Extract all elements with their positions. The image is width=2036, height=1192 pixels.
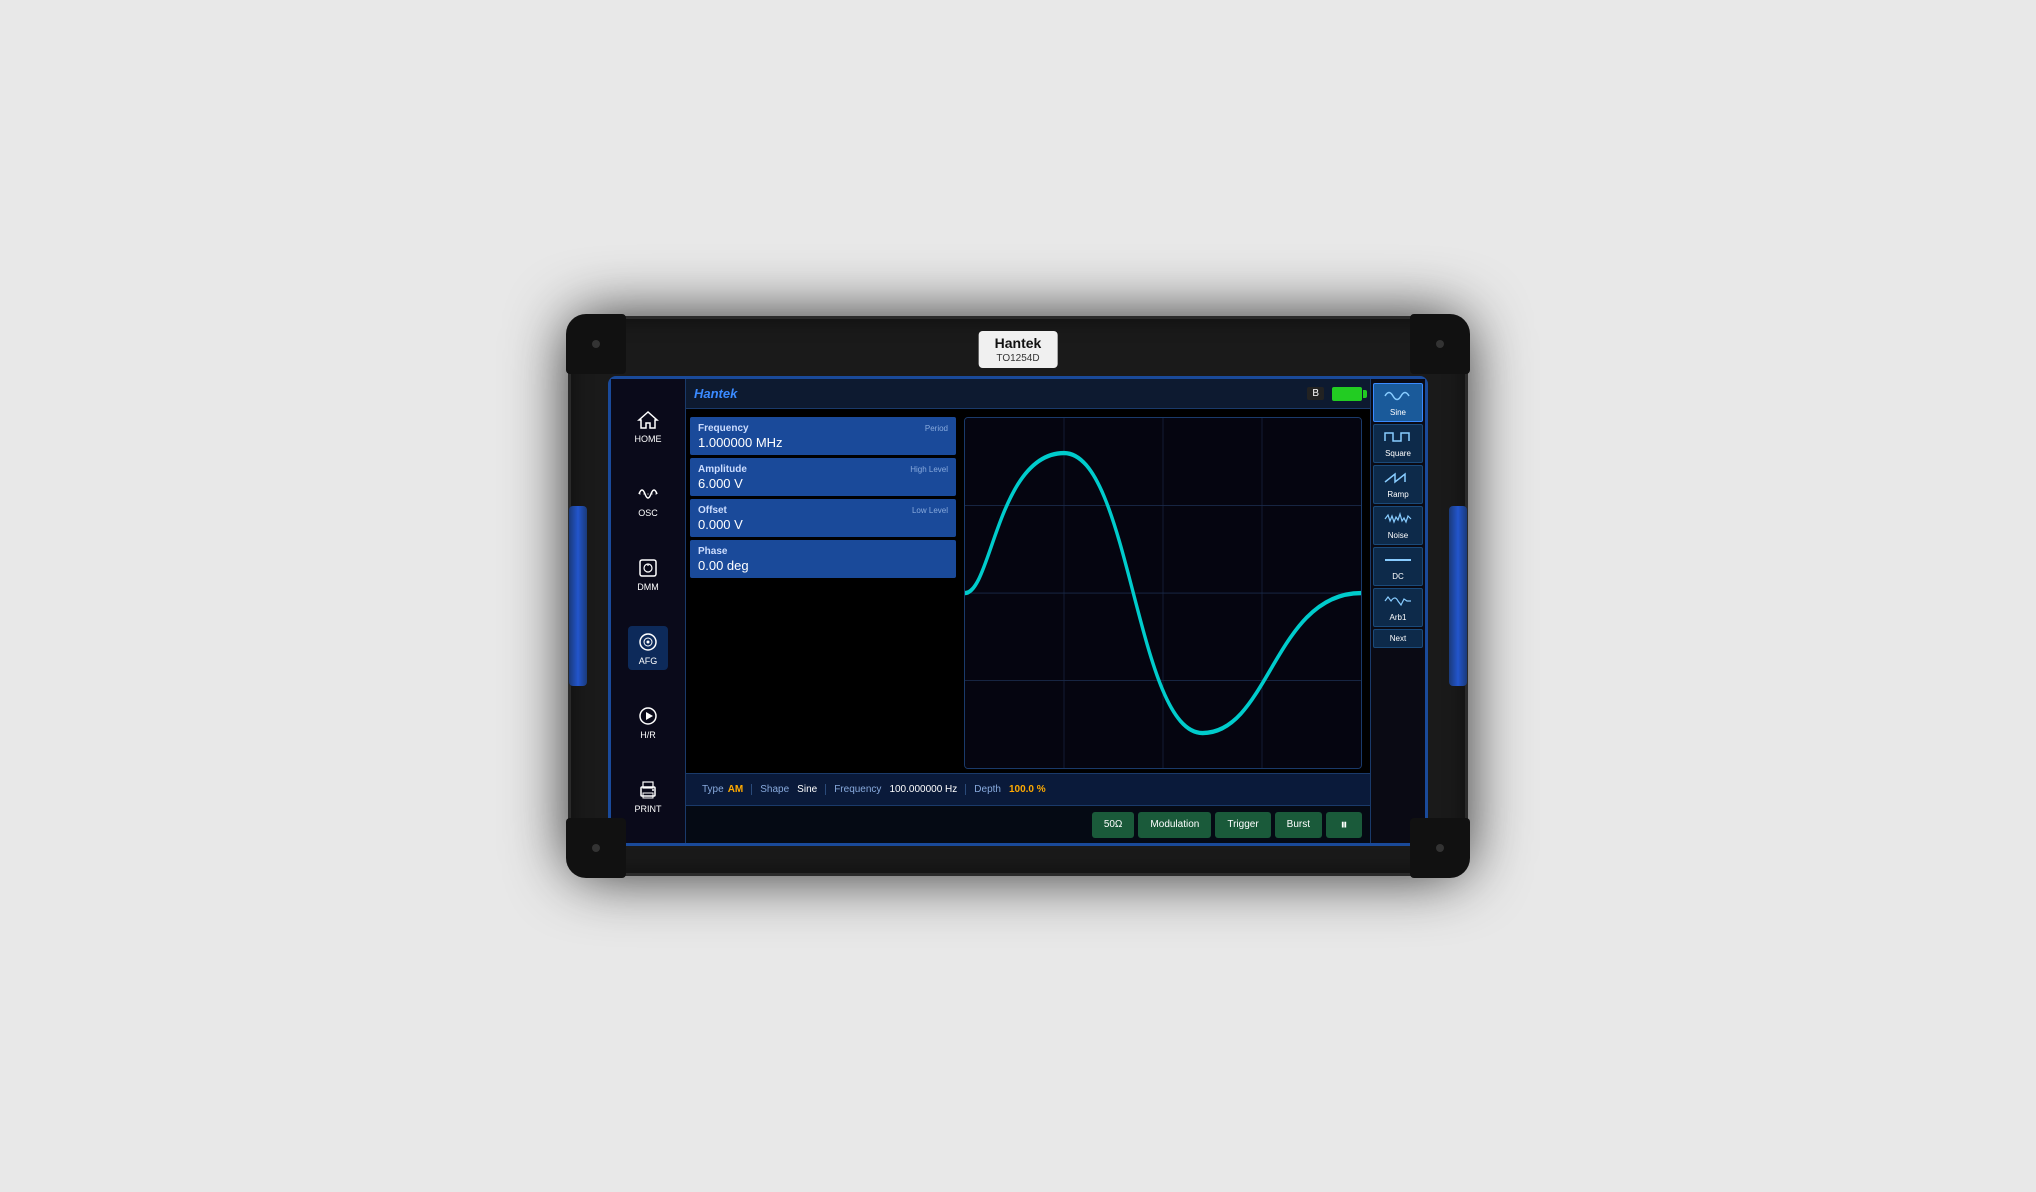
nav-sidebar: HOME OSC: [611, 379, 686, 843]
mod-type-label: Type: [702, 784, 724, 795]
dc-label: DC: [1392, 572, 1404, 581]
wave-btn-square[interactable]: Square: [1373, 424, 1423, 463]
hr-icon: [634, 704, 662, 728]
mod-shape-section: Shape Sine: [752, 784, 826, 795]
mod-type-section: Type AM: [694, 784, 752, 795]
corner-bl: [566, 818, 626, 878]
main-screen: Hantek B Frequency Period 1.000000 MHz: [686, 379, 1370, 843]
wave-btn-ramp[interactable]: Ramp: [1373, 465, 1423, 504]
corner-br: [1410, 818, 1470, 878]
mod-type-value: AM: [728, 784, 744, 795]
afg-label: AFG: [639, 656, 658, 666]
print-icon: [634, 778, 662, 802]
side-grip-right: [1449, 506, 1467, 686]
burst-button[interactable]: Burst: [1275, 812, 1322, 838]
ramp-label: Ramp: [1387, 490, 1408, 499]
mod-shape-value: Sine: [797, 784, 817, 795]
header-bar: Hantek B: [686, 379, 1370, 409]
corner-tr: [1410, 314, 1470, 374]
sidebar-item-hr[interactable]: H/R: [630, 700, 666, 744]
offset-value: 0.000 V: [698, 517, 948, 532]
mod-freq-section: Frequency 100.000000 Hz: [826, 784, 966, 795]
next-label: Next: [1390, 634, 1406, 643]
frequency-label: Frequency: [698, 423, 749, 434]
dc-wave-icon: [1383, 552, 1413, 571]
param-offset[interactable]: Offset Low Level 0.000 V: [690, 499, 956, 537]
sidebar-item-afg[interactable]: AFG: [628, 626, 668, 670]
offset-sublabel: Low Level: [912, 506, 948, 515]
square-label: Square: [1385, 449, 1411, 458]
screen-area: HOME OSC: [608, 376, 1428, 846]
battery-icon: [1332, 387, 1362, 401]
trigger-button[interactable]: Trigger: [1215, 812, 1270, 838]
model-name: TO1254D: [995, 353, 1042, 364]
header-logo: Hantek: [694, 386, 737, 401]
param-frequency[interactable]: Frequency Period 1.000000 MHz: [690, 417, 956, 455]
noise-wave-icon: [1383, 511, 1413, 530]
sine-wave-icon: [1383, 388, 1413, 407]
modulation-button[interactable]: Modulation: [1138, 812, 1211, 838]
pause-button[interactable]: ⏸: [1326, 812, 1362, 838]
print-label: PRINT: [635, 804, 662, 814]
sidebar-item-print[interactable]: PRINT: [630, 774, 666, 818]
waveform-panel: [964, 417, 1362, 769]
afg-icon: [634, 630, 662, 654]
waveform-svg: [965, 418, 1361, 768]
wave-btn-sine[interactable]: Sine: [1373, 383, 1423, 422]
mod-depth-section: Depth 100.0 %: [966, 784, 1053, 795]
params-panel: Frequency Period 1.000000 MHz Amplitude …: [690, 413, 960, 769]
arb1-wave-icon: [1383, 593, 1413, 612]
offset-label: Offset: [698, 505, 727, 516]
frequency-value: 1.000000 MHz: [698, 435, 948, 450]
hr-label: H/R: [640, 730, 656, 740]
corner-tl: [566, 314, 626, 374]
modulation-bar: Type AM Shape Sine Frequency 100.000000 …: [686, 773, 1370, 805]
impedance-button[interactable]: 50Ω: [1092, 812, 1135, 838]
square-wave-icon: [1383, 429, 1413, 448]
amplitude-sublabel: High Level: [910, 465, 948, 474]
sidebar-item-osc[interactable]: OSC: [630, 478, 666, 522]
wave-btn-arb1[interactable]: Arb1: [1373, 588, 1423, 627]
sine-label: Sine: [1390, 408, 1406, 417]
mod-freq-label: Frequency: [834, 784, 881, 795]
content-body: Frequency Period 1.000000 MHz Amplitude …: [686, 409, 1370, 773]
brand-label: Hantek TO1254D: [979, 331, 1058, 368]
ramp-wave-icon: [1383, 470, 1413, 489]
device-body: Hantek TO1254D HOME: [568, 316, 1468, 876]
home-label: HOME: [635, 434, 662, 444]
frequency-sublabel: Period: [925, 424, 948, 433]
amplitude-value: 6.000 V: [698, 476, 948, 491]
home-icon: [634, 408, 662, 432]
phase-label: Phase: [698, 546, 948, 557]
amplitude-label: Amplitude: [698, 464, 747, 475]
dmm-icon: [634, 556, 662, 580]
osc-label: OSC: [638, 508, 658, 518]
mod-shape-label: Shape: [760, 784, 789, 795]
mod-freq-value: 100.000000 Hz: [889, 784, 957, 795]
brand-name: Hantek: [995, 335, 1042, 351]
sidebar-item-dmm[interactable]: DMM: [630, 552, 666, 596]
right-panel: Sine Square Ramp: [1370, 379, 1425, 843]
side-grip-left: [569, 506, 587, 686]
param-phase[interactable]: Phase 0.00 deg: [690, 540, 956, 578]
param-amplitude[interactable]: Amplitude High Level 6.000 V: [690, 458, 956, 496]
mod-depth-value: 100.0 %: [1009, 784, 1046, 795]
arb1-label: Arb1: [1390, 613, 1407, 622]
noise-label: Noise: [1388, 531, 1408, 540]
sidebar-item-home[interactable]: HOME: [630, 404, 666, 448]
osc-icon: [634, 482, 662, 506]
wave-btn-dc[interactable]: DC: [1373, 547, 1423, 586]
dmm-label: DMM: [637, 582, 659, 592]
header-indicator: B: [1307, 387, 1324, 400]
wave-btn-next[interactable]: Next: [1373, 629, 1423, 648]
phase-value: 0.00 deg: [698, 558, 948, 573]
wave-btn-noise[interactable]: Noise: [1373, 506, 1423, 545]
bottom-buttons: 50Ω Modulation Trigger Burst ⏸: [686, 805, 1370, 843]
mod-depth-label: Depth: [974, 784, 1001, 795]
